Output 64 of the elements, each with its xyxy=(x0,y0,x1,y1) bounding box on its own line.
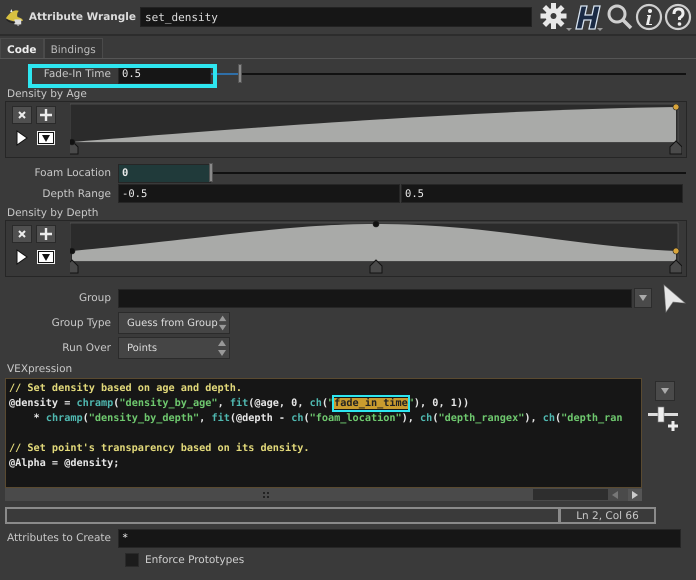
plus-icon xyxy=(40,109,52,121)
remove-key-button[interactable] xyxy=(12,225,32,243)
dropdown-button[interactable] xyxy=(655,381,675,401)
number-field[interactable]: -0.5 xyxy=(118,184,400,203)
spinner-arrows-icon xyxy=(218,314,227,332)
play-icon[interactable] xyxy=(16,249,28,265)
slider-handle[interactable] xyxy=(209,163,213,182)
grip-icon[interactable] xyxy=(263,492,271,498)
dropdown-button[interactable] xyxy=(634,288,652,308)
code-editor[interactable] xyxy=(5,378,642,488)
tab[interactable]: Code xyxy=(0,38,44,58)
ramp-key-point[interactable] xyxy=(372,221,380,228)
dropdown-menu[interactable]: Points xyxy=(118,337,230,359)
number-field[interactable]: 0.5 xyxy=(401,184,683,203)
ramp-key-handle[interactable] xyxy=(670,259,682,274)
add-key-button[interactable] xyxy=(36,225,56,243)
dropdown-menu[interactable]: Guess from Group xyxy=(118,312,230,334)
close-icon xyxy=(17,110,27,120)
ramp-editor[interactable] xyxy=(70,102,682,155)
play-icon[interactable] xyxy=(16,130,28,146)
ramp-key-handle[interactable] xyxy=(70,259,78,274)
plus-icon xyxy=(40,228,52,240)
info-icon[interactable] xyxy=(635,3,663,31)
code-line: * chramp("density_by_depth", fit(@depth - ch("foam_location"), ch("depth_rangex"), ch("depth_ran xyxy=(32,412,623,426)
ramp-key-point[interactable] xyxy=(672,104,680,110)
caret-icon xyxy=(661,388,669,394)
keyframe-arrow-icon[interactable] xyxy=(37,131,55,145)
parameter-label: Group xyxy=(78,292,112,304)
node-name-field[interactable]: set_density xyxy=(140,7,532,27)
section-label: Density by Depth xyxy=(6,206,100,220)
checkbox-label: Enforce Prototypes xyxy=(145,554,244,566)
font-size-slider-icon[interactable] xyxy=(648,405,680,433)
spinner-arrows-icon xyxy=(217,339,227,357)
slider-handle[interactable] xyxy=(238,64,242,83)
caret-icon xyxy=(639,295,647,301)
keyframe-arrow-icon[interactable] xyxy=(37,250,55,264)
close-icon xyxy=(17,229,27,239)
number-field[interactable]: 0 xyxy=(118,164,211,182)
parameter-label: Fade-In Time xyxy=(42,68,112,80)
remove-key-button[interactable] xyxy=(12,106,32,124)
section-label: Density by Age xyxy=(6,87,88,101)
help-icon[interactable] xyxy=(664,3,692,31)
gear-menu-icon[interactable] xyxy=(540,2,574,32)
cursor-position: Ln 2, Col 66 xyxy=(560,507,656,524)
tab[interactable]: Bindings xyxy=(44,38,103,58)
parameter-label: Depth Range xyxy=(41,188,112,200)
code-line: @Alpha = @density; xyxy=(9,456,120,471)
text-field[interactable]: * xyxy=(118,528,681,548)
node-type-label: Attribute Wrangle xyxy=(28,11,136,23)
group-field[interactable] xyxy=(118,288,632,308)
parameter-label: Run Over xyxy=(61,342,112,354)
ramp-key-point[interactable] xyxy=(70,248,76,254)
parameter-label: Foam Location xyxy=(34,167,112,179)
parameter-label: Attributes to Create xyxy=(6,532,112,544)
parameter-label: Group Type xyxy=(50,317,112,329)
checkbox[interactable] xyxy=(125,553,139,567)
code-line: // Set density based on age and depth. xyxy=(9,382,242,396)
section-label: VEXpression xyxy=(6,362,74,376)
search-icon[interactable] xyxy=(606,3,634,31)
ramp-editor[interactable] xyxy=(70,221,682,274)
scrollbar-thumb[interactable] xyxy=(533,489,608,500)
ramp-key-handle[interactable] xyxy=(670,140,682,154)
ramp-key-point[interactable] xyxy=(672,248,680,254)
add-key-button[interactable] xyxy=(36,106,56,124)
